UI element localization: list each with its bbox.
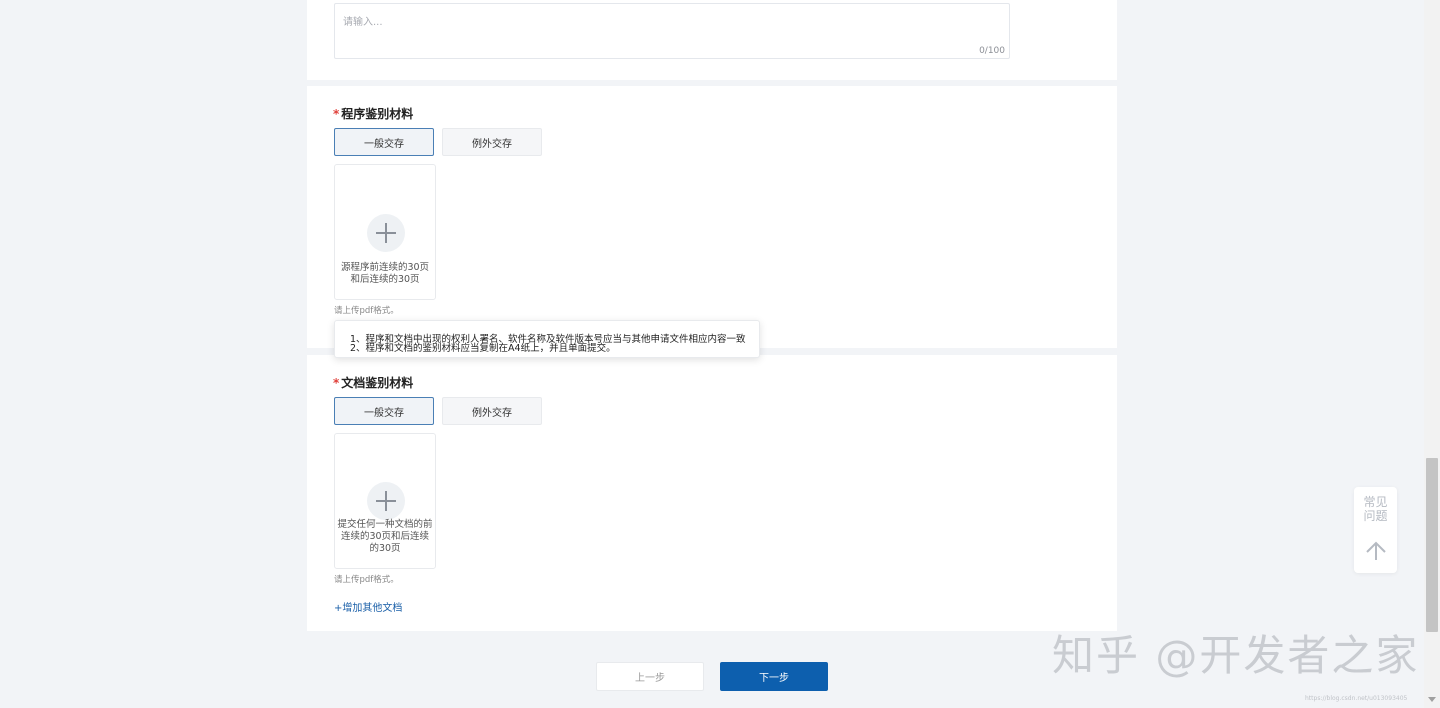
floating-help-panel: 常见问题	[1354, 487, 1397, 573]
document-upload-desc: 提交任何一种文档的前连续的30页和后连续的30页	[337, 519, 433, 554]
document-upload-box[interactable]: 提交任何一种文档的前连续的30页和后连续的30页	[334, 433, 436, 569]
textarea-placeholder: 请输入...	[343, 17, 383, 28]
program-upload-hint: 请上传pdf格式。	[334, 306, 399, 316]
document-section-title: * 文档鉴别材料	[333, 374, 413, 391]
program-material-card: * 程序鉴别材料 一般交存 例外交存 源程序前连续的30页和后连续的30页 请上传…	[307, 86, 1117, 348]
program-upload-box[interactable]: 源程序前连续的30页和后连续的30页	[334, 164, 436, 300]
program-tab-exception[interactable]: 例外交存	[442, 128, 542, 156]
document-tab-general[interactable]: 一般交存	[334, 397, 434, 425]
document-upload-hint: 请上传pdf格式。	[334, 575, 399, 585]
plus-icon	[367, 214, 405, 252]
document-title-text: 文档鉴别材料	[341, 376, 414, 390]
requirements-tooltip: 1、程序和文档中出现的权利人署名、软件名称及软件版本号应当与其他申请文件相应内容…	[334, 320, 760, 358]
program-tab-general[interactable]: 一般交存	[334, 128, 434, 156]
add-other-document-link[interactable]: +增加其他文档	[334, 599, 402, 614]
description-textarea[interactable]: 请输入... 0/100	[334, 3, 1010, 59]
watermark-text: 知乎 @开发者之家	[1052, 631, 1420, 680]
plus-icon	[367, 482, 405, 520]
scrollbar-thumb[interactable]	[1426, 458, 1438, 632]
watermark-url: https://blog.csdn.net/u013093405	[1305, 695, 1408, 702]
document-material-card: * 文档鉴别材料 一般交存 例外交存 提交任何一种文档的前连续的30页和后连续的3…	[307, 355, 1117, 631]
tooltip-line-2: 2、程序和文档的鉴别材料应当复制在A4纸上，并且单面提交。	[350, 343, 616, 354]
description-card: 请输入... 0/100	[307, 0, 1117, 80]
document-tab-exception[interactable]: 例外交存	[442, 397, 542, 425]
required-star: *	[333, 107, 340, 121]
program-title-text: 程序鉴别材料	[341, 107, 414, 121]
required-star: *	[333, 376, 340, 390]
faq-button[interactable]: 常见问题	[1354, 495, 1397, 523]
char-counter: 0/100	[979, 46, 1005, 56]
program-section-title: * 程序鉴别材料	[333, 105, 413, 122]
prev-step-button[interactable]: 上一步	[596, 662, 704, 691]
next-step-button[interactable]: 下一步	[720, 662, 828, 691]
back-to-top-icon[interactable]	[1365, 540, 1387, 562]
scroll-down-arrow-icon[interactable]	[1428, 697, 1436, 702]
page-scrollbar[interactable]	[1424, 0, 1440, 708]
program-upload-desc: 源程序前连续的30页和后连续的30页	[340, 262, 430, 285]
